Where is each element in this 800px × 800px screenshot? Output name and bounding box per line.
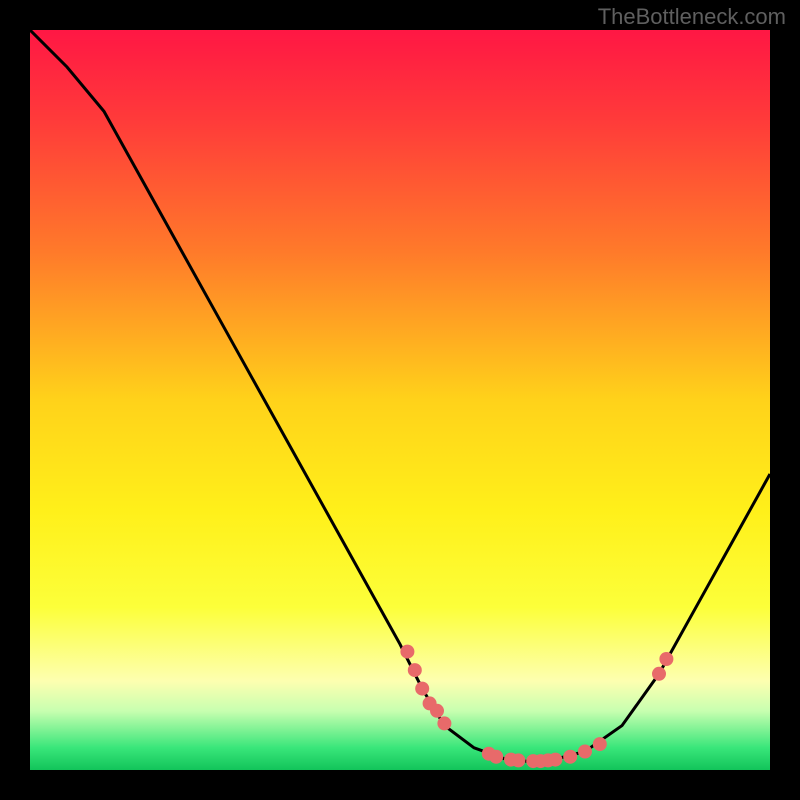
bottleneck-chart bbox=[30, 30, 770, 770]
data-marker bbox=[659, 652, 673, 666]
data-marker bbox=[400, 645, 414, 659]
data-marker bbox=[548, 753, 562, 767]
data-marker bbox=[408, 663, 422, 677]
data-marker bbox=[489, 750, 503, 764]
data-marker bbox=[578, 745, 592, 759]
data-marker bbox=[511, 753, 525, 767]
data-marker bbox=[430, 704, 444, 718]
data-marker bbox=[563, 750, 577, 764]
gradient-background bbox=[30, 30, 770, 770]
data-marker bbox=[415, 682, 429, 696]
watermark-text: TheBottleneck.com bbox=[598, 4, 786, 30]
data-marker bbox=[437, 716, 451, 730]
data-marker bbox=[652, 667, 666, 681]
data-marker bbox=[593, 737, 607, 751]
